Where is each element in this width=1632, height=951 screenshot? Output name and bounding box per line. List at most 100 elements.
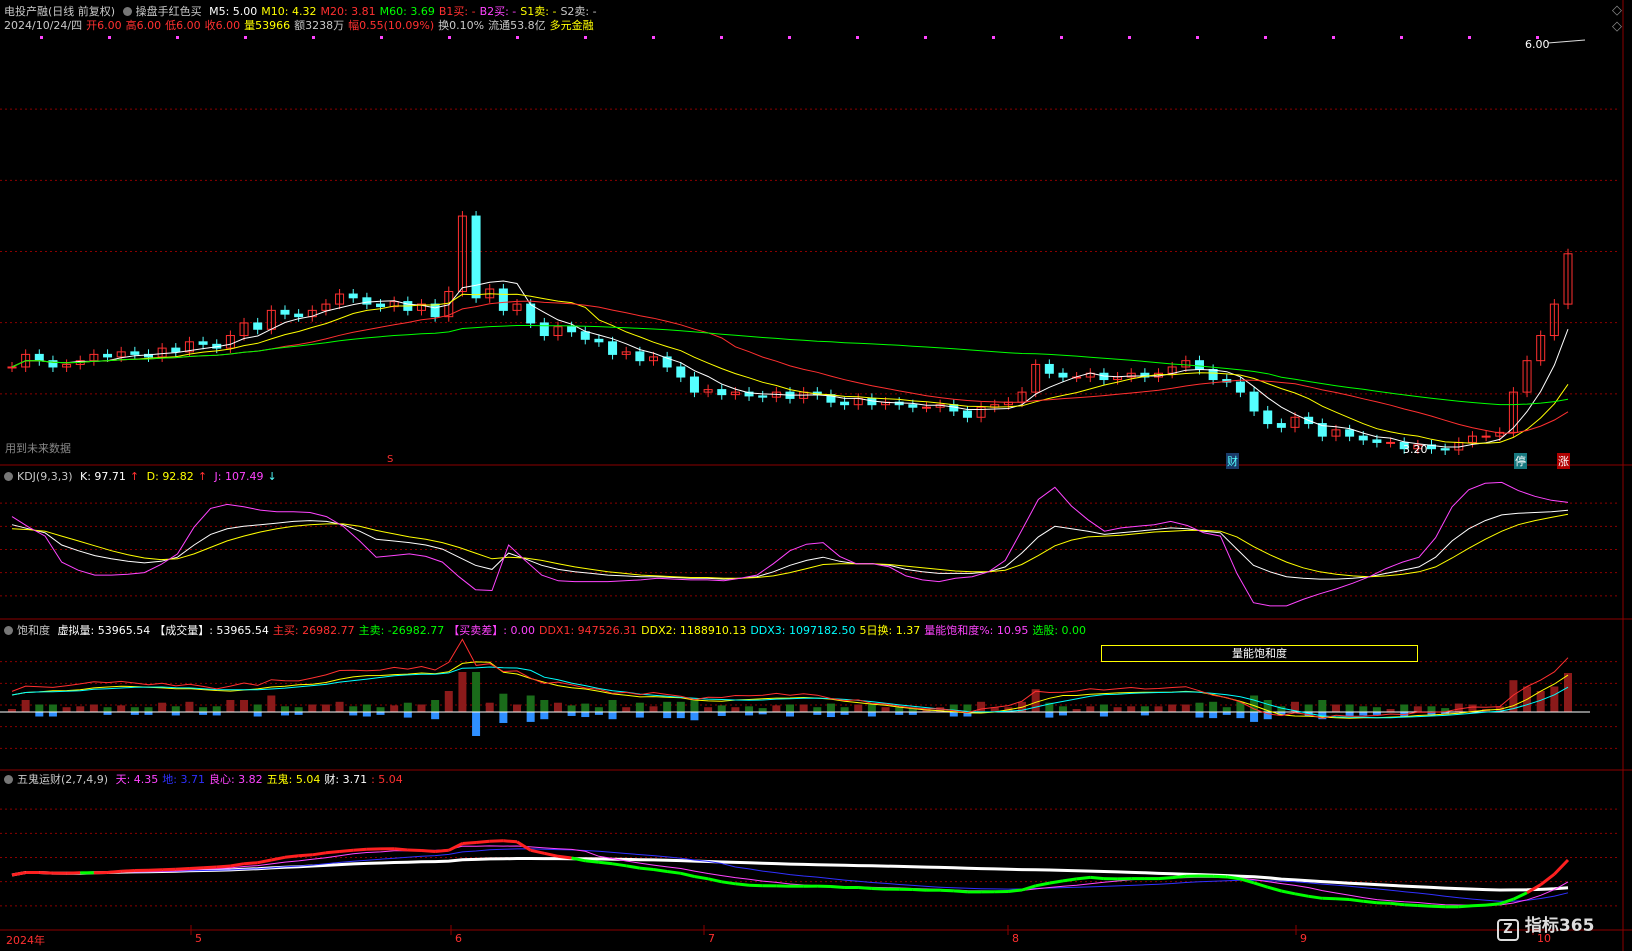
wugui-line — [216, 864, 231, 869]
volume-bar — [472, 672, 481, 712]
month-label: 6 — [455, 932, 462, 945]
kdj-title[interactable]: KDJ(9,3,3) — [17, 470, 73, 483]
candle — [1386, 441, 1396, 444]
kdj-j-line — [11, 481, 1569, 607]
wugui-line — [503, 839, 518, 844]
sell-bar — [581, 712, 590, 718]
settings-dot-icon[interactable] — [4, 775, 13, 784]
sell-bar — [171, 712, 180, 716]
candle — [1345, 429, 1355, 437]
sat-value: 主卖: -26982.77 — [358, 624, 445, 637]
wugui-line — [612, 862, 627, 868]
candle — [962, 410, 972, 418]
candle — [908, 404, 918, 408]
saturation-header: 饱和度 虚拟量: 53965.54 【成交量】: 53965.54 主买: 2698… — [4, 624, 1094, 637]
diamond-icon-2[interactable]: ◇ — [1612, 19, 1622, 34]
wugui-line — [394, 847, 408, 852]
volume-bar — [76, 706, 85, 712]
volume-bar — [35, 704, 44, 712]
candle — [498, 288, 508, 311]
settings-dot-icon[interactable] — [4, 626, 13, 635]
tian-line — [11, 845, 1569, 906]
indicator-name[interactable]: 操盘手红色买 — [136, 5, 202, 18]
ma-value: M60: 3.69 — [379, 5, 435, 18]
wugui-line — [107, 869, 122, 874]
volume-bar — [485, 702, 494, 712]
month-label: 7 — [708, 932, 715, 945]
wugui-line — [666, 870, 682, 875]
sell-bar — [635, 712, 644, 718]
candle — [348, 293, 358, 299]
ma-values: M5: 5.00 M10: 4.32 M20: 3.81 M60: 3.69 B1买: … — [209, 5, 601, 18]
candle — [376, 303, 386, 308]
candle — [1044, 363, 1054, 374]
volume-bar — [21, 700, 30, 712]
wugui-line — [1062, 877, 1077, 883]
main-header: 电投产融(日线 前复权) 操盘手红色买 M5: 5.00 M10: 4.32 M20… — [4, 5, 605, 18]
quote-field: 高6.00 — [125, 19, 162, 32]
sell-bar — [608, 712, 617, 720]
candle — [539, 322, 549, 337]
sat-title[interactable]: 饱和度 — [17, 624, 50, 637]
quote-info: 2024/10/24/四 开6.00 高6.00 低6.00 收6.00 量53966 额3… — [4, 19, 598, 32]
volume-bar — [731, 707, 740, 712]
sat-values: 虚拟量: 53965.54 【成交量】: 53965.54 主买: 26982.77… — [58, 624, 1091, 637]
wugui-value: 天: 4.35 — [115, 773, 159, 786]
volume-bar — [799, 704, 808, 712]
candle — [1263, 410, 1273, 425]
sell-bar — [786, 712, 794, 717]
candle — [840, 401, 850, 406]
sell-bar — [499, 712, 508, 723]
wugui-line — [489, 839, 504, 843]
candle — [1358, 435, 1368, 441]
sat-value: 主买: 26982.77 — [272, 624, 355, 637]
month-label: 9 — [1300, 932, 1307, 945]
candle — [567, 326, 577, 333]
kdj-k: K: 97.71 — [80, 470, 126, 483]
volume-bar — [567, 705, 576, 712]
sell-bar — [403, 712, 412, 718]
wugui-line — [298, 853, 313, 858]
settings-dot-icon[interactable] — [122, 7, 132, 16]
month-label: 8 — [1012, 932, 1019, 945]
volume-bar — [881, 707, 890, 712]
candle — [689, 376, 699, 393]
wugui-line — [284, 854, 299, 859]
kdj-j: J: 107.49 — [214, 470, 264, 483]
sat-value: 虚拟量: 53965.54 — [57, 624, 151, 637]
quote-field: 2024/10/24/四 — [4, 19, 83, 32]
wugui-line — [203, 865, 217, 870]
volume-bar — [1564, 673, 1572, 712]
sell-bar — [431, 712, 440, 720]
signal-dot — [924, 36, 927, 39]
sell-bar — [35, 712, 44, 717]
signal-dot — [652, 36, 655, 39]
zhang-mark: 涨 — [1557, 453, 1570, 469]
volume-bar — [253, 704, 262, 712]
volume-bar — [676, 701, 685, 712]
wugui-line — [1431, 904, 1446, 909]
candle — [7, 366, 17, 369]
volume-bar — [1099, 704, 1108, 712]
wugui-line — [243, 861, 258, 866]
candle — [294, 313, 304, 318]
volume-bar — [663, 701, 672, 712]
volume-bar — [199, 707, 208, 712]
candle — [103, 353, 113, 358]
settings-dot-icon[interactable] — [4, 472, 13, 481]
candle — [676, 366, 686, 378]
sell-bar — [526, 712, 535, 722]
diamond-icon[interactable]: ◇ — [1612, 3, 1622, 18]
volume-bar — [786, 704, 794, 712]
sat-value: 量能饱和度%: 10.95 — [924, 624, 1029, 637]
month-label: 5 — [195, 932, 202, 945]
wugui-line — [871, 887, 886, 891]
wugui-title[interactable]: 五鬼运财(2,7,4,9) — [17, 773, 108, 786]
wugui-line — [462, 841, 477, 845]
candle — [1372, 439, 1382, 443]
wugui-line — [694, 875, 709, 881]
wugui-line — [721, 880, 736, 886]
volume-bar — [1113, 707, 1122, 712]
volume-bar — [1127, 706, 1136, 712]
wugui-line — [148, 868, 163, 872]
